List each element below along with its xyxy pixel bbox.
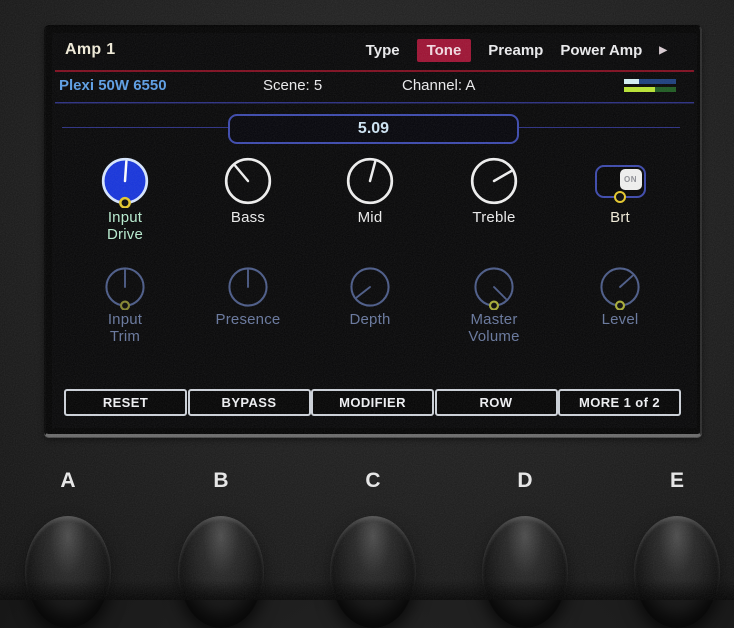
modifier-button[interactable]: MODIFIER [311,389,434,416]
row-button[interactable]: ROW [435,389,558,416]
parameter-value-display: 5.09 [228,114,519,144]
knob-label: Bass [203,209,293,226]
panel-label-a: A [46,469,90,493]
preset-name[interactable]: Plexi 50W 6550 [59,77,167,94]
more-tabs-arrow-icon[interactable]: ▶ [659,45,667,56]
scene-indicator[interactable]: Scene: 5 [263,77,322,94]
knob-dial [225,264,271,310]
knob-label: Brt [575,209,665,226]
knob-input-trim[interactable]: Input Trim [80,264,170,345]
tab-bar: Type Tone Preamp Power Amp ▶ [366,39,667,62]
knob-label: Master Volume [449,311,539,345]
tab-type[interactable]: Type [366,39,400,62]
modifier-dot [121,302,129,310]
modifier-dot [614,191,626,203]
knob-treble[interactable]: Treble [449,154,539,226]
soft-button-bar: RESET BYPASS MODIFIER ROW MORE 1 of 2 [64,389,681,416]
knob-level[interactable]: Level [575,264,665,328]
level-meters [624,79,676,95]
knob-dial [471,264,517,310]
knob-dial [467,154,521,208]
knob-dial [102,264,148,310]
panel-label-c: C [351,469,395,493]
toggle-thumb: ON [620,169,642,190]
meter-input [624,79,676,84]
tab-preamp[interactable]: Preamp [488,39,543,62]
tab-tone[interactable]: Tone [417,39,472,62]
panel-label-d: D [503,469,547,493]
physical-knob-a[interactable] [25,516,111,628]
knob-label: Mid [325,209,415,226]
knob-master-volume[interactable]: Master Volume [449,264,539,345]
knob-dial [343,154,397,208]
channel-indicator[interactable]: Channel: A [402,77,475,94]
modifier-dot [490,302,498,310]
modifier-dot [120,198,129,207]
physical-knob-c[interactable] [330,516,416,628]
knob-dial [98,154,152,208]
physical-knob-d[interactable] [482,516,568,628]
knob-label: Treble [449,209,539,226]
knob-label: Input Drive [80,209,170,243]
panel-label-b: B [199,469,243,493]
amp-modeler-device: { "colors": { "accent_red": "#9e1233", "… [0,0,734,600]
meter-input-fill [624,79,639,84]
more-pages-button[interactable]: MORE 1 of 2 [558,389,681,416]
meter-output [624,87,676,92]
knob-label: Input Trim [80,311,170,345]
physical-knob-e[interactable] [634,516,720,628]
reset-button[interactable]: RESET [64,389,187,416]
tab-power-amp[interactable]: Power Amp [560,39,642,62]
knob-label: Presence [203,311,293,328]
panel-label-e: E [655,469,699,493]
toggle-brt[interactable]: ON Brt [575,154,665,226]
header-divider [55,70,694,72]
knob-dial [221,154,275,208]
bypass-button[interactable]: BYPASS [188,389,311,416]
panel-shadow [0,580,734,600]
knob-input-drive[interactable]: Input Drive [80,154,170,243]
meter-output-fill [624,87,655,92]
knob-bass[interactable]: Bass [203,154,293,226]
knob-mid[interactable]: Mid [325,154,415,226]
knob-dial [347,264,393,310]
toggle-switch[interactable]: ON [595,165,646,198]
modifier-dot [616,302,624,310]
lcd-screen: Amp 1 Type Tone Preamp Power Amp ▶ Plexi… [52,33,697,428]
preset-divider [55,102,694,103]
knob-label: Level [575,311,665,328]
knob-depth[interactable]: Depth [325,264,415,328]
block-title: Amp 1 [65,41,115,59]
knob-presence[interactable]: Presence [203,264,293,328]
knob-label: Depth [325,311,415,328]
physical-knob-b[interactable] [178,516,264,628]
knob-dial [597,264,643,310]
